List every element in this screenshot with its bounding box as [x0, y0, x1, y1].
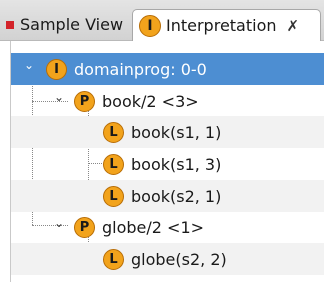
tree-node-label: globe/2 <1> [102, 217, 205, 237]
chevron-down-icon[interactable]: ⌄ [54, 216, 64, 230]
red-square-icon [6, 20, 14, 29]
close-icon[interactable]: ✗ [287, 17, 300, 35]
view-tab-bar: Sample View I Interpretation ✗ [0, 0, 324, 41]
tree-row-literal[interactable]: L book(s2, 1) [11, 180, 324, 212]
chevron-down-icon[interactable]: ⌄ [24, 58, 34, 72]
tree-node-label: domainprog: 0-0 [74, 59, 207, 79]
tree-row-root[interactable]: ⌄ I domainprog: 0-0 [11, 53, 324, 85]
literal-l-icon: L [103, 153, 124, 175]
tree-node-label: book(s2, 1) [131, 186, 222, 206]
tab-label: Sample View [20, 15, 124, 34]
tab-label: Interpretation [166, 16, 277, 35]
tree-node-label: globe(s2, 2) [131, 249, 227, 269]
tree-row-predicate[interactable]: ⌄ P book/2 <3> [11, 85, 324, 117]
tree-row-literal[interactable]: L book(s1, 3) [11, 148, 324, 180]
literal-l-icon: L [103, 185, 124, 207]
tree-row-predicate[interactable]: ⌄ P globe/2 <1> [11, 211, 324, 243]
literal-l-icon: L [103, 121, 124, 143]
tree-row-literal[interactable]: L globe(s2, 2) [11, 243, 324, 275]
tree-row-literal[interactable]: L book(s1, 1) [11, 116, 324, 148]
tab-sample-view[interactable]: Sample View [0, 9, 132, 40]
interpretation-i-icon: I [139, 14, 161, 37]
tab-interpretation[interactable]: I Interpretation ✗ [132, 9, 321, 41]
tree-node-label: book(s1, 3) [131, 154, 222, 174]
interpretation-tree: ⌄ I domainprog: 0-0 ⌄ P book/2 <3> L boo… [10, 41, 324, 282]
interpretation-i-icon: I [46, 58, 67, 80]
tree-node-label: book(s1, 1) [131, 122, 222, 142]
predicate-p-icon: P [74, 90, 95, 112]
predicate-p-icon: P [74, 216, 95, 238]
tree-node-label: book/2 <3> [102, 91, 199, 111]
literal-l-icon: L [103, 248, 124, 270]
chevron-down-icon[interactable]: ⌄ [54, 90, 64, 104]
